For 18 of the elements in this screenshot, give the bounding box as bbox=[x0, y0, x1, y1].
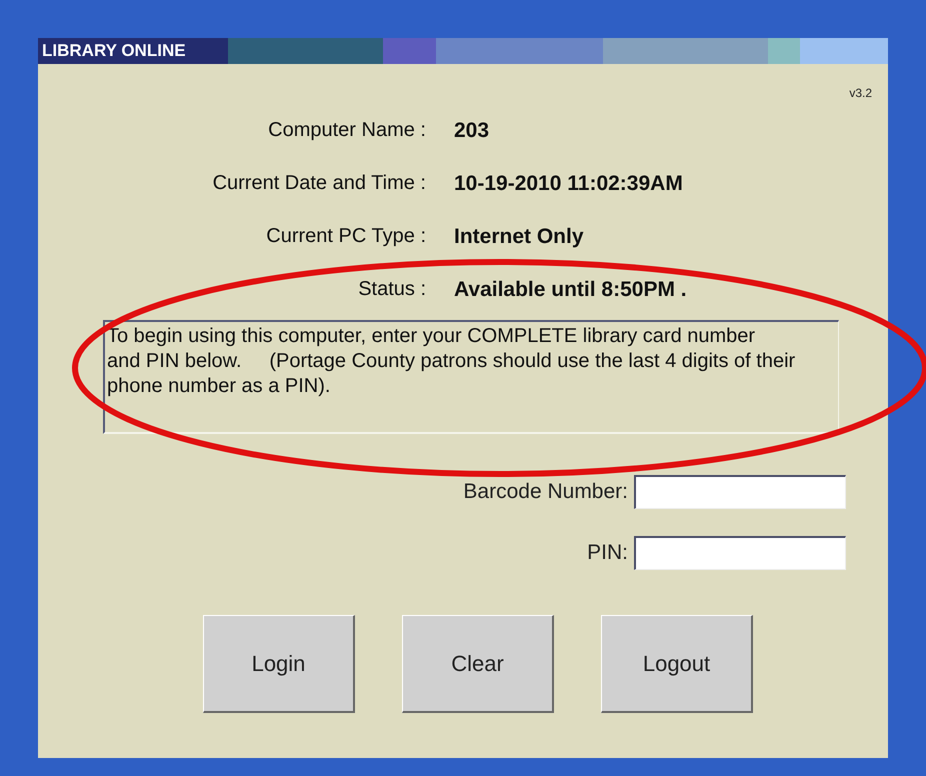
field-label: PIN: bbox=[587, 541, 628, 565]
field-label: Barcode Number: bbox=[463, 480, 628, 504]
info-label: Current PC Type : bbox=[265, 225, 426, 248]
version-label: v3.2 bbox=[849, 86, 872, 100]
action-button[interactable]: Logout bbox=[601, 615, 753, 713]
info-value: 203 bbox=[454, 118, 490, 142]
info-label: Current Date and Time : bbox=[212, 172, 426, 195]
input-field[interactable] bbox=[634, 475, 846, 509]
action-button[interactable]: Clear bbox=[402, 615, 554, 713]
input-field[interactable] bbox=[634, 536, 846, 570]
info-value: Internet Only bbox=[454, 224, 584, 248]
instructions-text: To begin using this computer, enter your COMPLETE library card number and PIN below. (Portage County patrons should use the last 4 digits of their phone number as a PIN). bbox=[103, 320, 839, 434]
action-button[interactable]: Login bbox=[203, 615, 355, 713]
info-label: Status : bbox=[357, 278, 426, 301]
info-label: Computer Name : bbox=[267, 119, 426, 142]
info-value: Available until 8:50PM . bbox=[454, 278, 687, 302]
info-value: 10-19-2010 11:02:39AM bbox=[454, 172, 683, 196]
window-title: LIBRARY ONLINE bbox=[41, 41, 186, 61]
